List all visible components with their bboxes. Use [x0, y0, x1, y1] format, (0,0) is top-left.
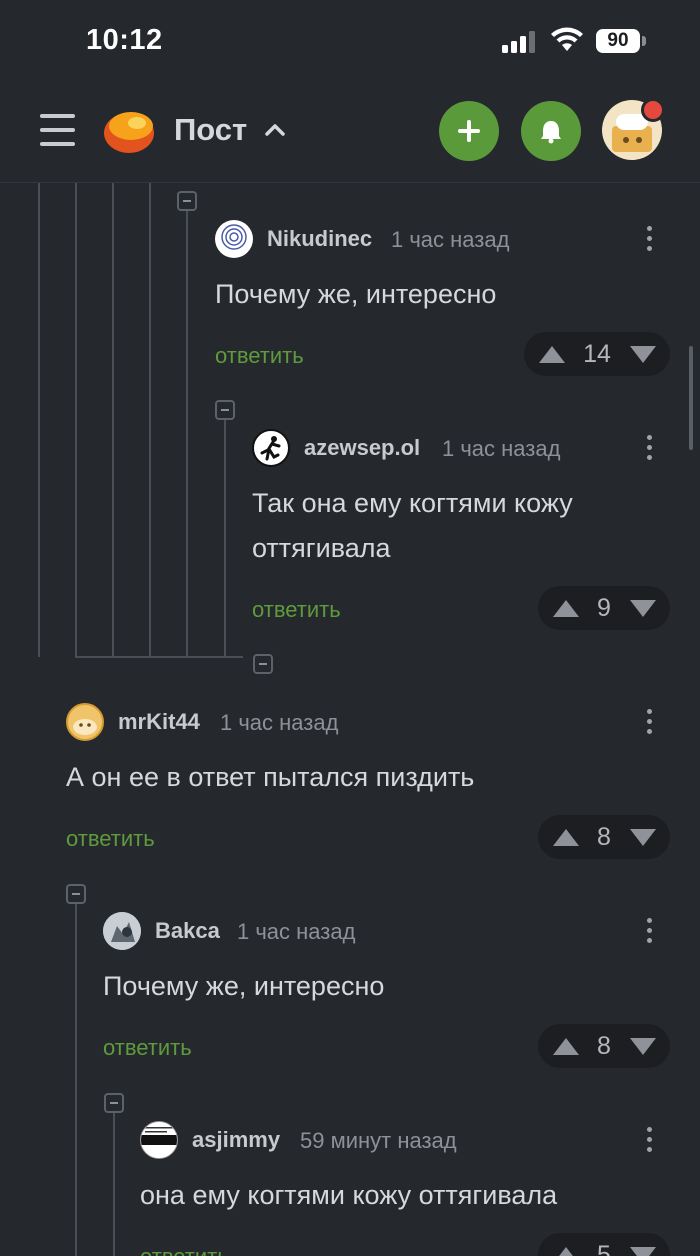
vote-widget: 5 [538, 1233, 670, 1256]
reply-link[interactable]: ответить [140, 1244, 229, 1256]
vote-down-icon[interactable] [630, 829, 656, 846]
vote-widget: 9 [538, 586, 670, 630]
reply-link[interactable]: ответить [215, 343, 304, 369]
battery-tip [642, 36, 646, 46]
comment-menu-icon[interactable] [645, 435, 653, 465]
vote-widget: 8 [538, 815, 670, 859]
thread-line [38, 183, 40, 657]
avatar[interactable] [66, 703, 104, 741]
vote-down-icon[interactable] [630, 346, 656, 363]
notification-badge [641, 98, 665, 122]
reply-link[interactable]: ответить [103, 1035, 192, 1061]
status-time: 10:12 [86, 24, 163, 56]
avatar[interactable] [252, 429, 290, 467]
battery-indicator: 90 [596, 29, 640, 53]
vote-count: 14 [583, 340, 611, 368]
reply-link[interactable]: ответить [66, 826, 155, 852]
vote-down-icon[interactable] [630, 1038, 656, 1055]
chevron-up-icon[interactable] [264, 121, 286, 137]
comment-text: Почему же, интересно [103, 971, 385, 1001]
thread-line [75, 183, 77, 657]
comment-username[interactable]: azewsep.ol [304, 435, 420, 461]
collapse-thread-button[interactable] [104, 1093, 124, 1113]
vote-up-icon[interactable] [553, 1247, 579, 1256]
comment-username[interactable]: mrKit44 [118, 709, 200, 735]
vote-widget: 14 [524, 332, 670, 376]
vote-count: 8 [597, 823, 611, 851]
thread-line [224, 420, 226, 657]
collapse-thread-button[interactable] [66, 884, 86, 904]
add-post-button[interactable] [439, 101, 499, 161]
bell-icon [541, 121, 561, 144]
comment-username[interactable]: Bakca [155, 918, 220, 944]
vote-up-icon[interactable] [539, 346, 565, 363]
thread-line [112, 183, 114, 657]
vote-up-icon[interactable] [553, 1038, 579, 1055]
vote-count: 9 [597, 594, 611, 622]
collapse-thread-button[interactable] [177, 191, 197, 211]
comment-time[interactable]: 1 час назад [237, 919, 355, 945]
avatar-image [103, 912, 141, 950]
plus-icon [458, 120, 480, 142]
avatar-image [73, 719, 97, 735]
pikabu-logo-icon[interactable] [101, 103, 157, 155]
thread-line [75, 904, 77, 1256]
thread-line [113, 1113, 115, 1256]
collapse-thread-button[interactable] [215, 400, 235, 420]
comment-menu-icon[interactable] [645, 709, 653, 739]
collapse-thread-button[interactable] [253, 654, 273, 674]
vote-down-icon[interactable] [630, 1247, 656, 1256]
vote-count: 5 [597, 1241, 611, 1256]
wifi-icon [551, 27, 583, 51]
header-divider [0, 182, 700, 183]
notifications-button[interactable] [521, 101, 581, 161]
reply-link[interactable]: ответить [252, 597, 341, 623]
comment-time[interactable]: 59 минут назад [300, 1128, 457, 1154]
vote-count: 8 [597, 1032, 611, 1060]
comment-username[interactable]: Nikudinec [267, 226, 372, 252]
cellular-signal-icon [502, 31, 535, 53]
comment-time[interactable]: 1 час назад [391, 227, 509, 253]
comment-text: она ему когтями кожу оттягивала [140, 1180, 558, 1210]
thread-line [186, 210, 188, 657]
page-title[interactable]: Пост [174, 112, 247, 148]
menu-icon[interactable] [40, 113, 76, 147]
scrollbar[interactable] [689, 346, 693, 450]
comment-menu-icon[interactable] [645, 1127, 653, 1157]
thread-line [149, 183, 151, 657]
avatar-image [141, 1122, 177, 1158]
comment-text: А он ее в ответ пытался пиздить [66, 762, 475, 792]
avatar[interactable] [215, 220, 253, 258]
avatar[interactable] [103, 912, 141, 950]
vote-widget: 8 [538, 1024, 670, 1068]
comment-time[interactable]: 1 час назад [442, 436, 560, 462]
comment-username[interactable]: asjimmy [192, 1127, 280, 1153]
comment-text: Так она ему когтями кожу оттягивала [252, 488, 573, 563]
thread-line [75, 656, 243, 658]
vote-up-icon[interactable] [553, 600, 579, 617]
vote-up-icon[interactable] [553, 829, 579, 846]
avatar-image [260, 436, 281, 461]
vote-down-icon[interactable] [630, 600, 656, 617]
comment-text: Почему же, интересно [215, 279, 497, 309]
comment-menu-icon[interactable] [645, 226, 653, 256]
comment-time[interactable]: 1 час назад [220, 710, 338, 736]
comment-menu-icon[interactable] [645, 918, 653, 948]
avatar[interactable] [140, 1121, 178, 1159]
avatar-image [221, 224, 247, 250]
